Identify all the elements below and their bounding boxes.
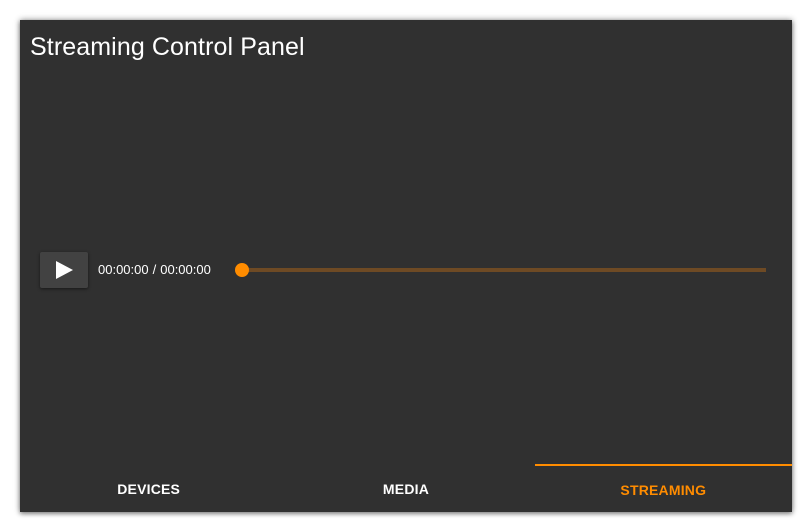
tab-media[interactable]: MEDIA bbox=[277, 464, 534, 512]
seek-bar[interactable] bbox=[235, 263, 766, 277]
tab-devices[interactable]: DEVICES bbox=[20, 464, 277, 512]
page-title: Streaming Control Panel bbox=[30, 33, 305, 61]
current-time: 00:00:00 bbox=[98, 262, 149, 277]
tab-streaming[interactable]: STREAMING bbox=[534, 464, 792, 512]
total-time: 00:00:00 bbox=[160, 262, 211, 277]
play-button[interactable] bbox=[40, 252, 88, 288]
time-separator: / bbox=[152, 262, 157, 277]
time-display: 00:00:00/00:00:00 bbox=[98, 262, 211, 277]
streaming-panel: Streaming Control Panel 00:00:00/00:00:0… bbox=[20, 20, 792, 512]
play-icon bbox=[56, 261, 73, 279]
media-player: 00:00:00/00:00:00 bbox=[40, 252, 766, 288]
seek-bar-thumb[interactable] bbox=[235, 263, 249, 277]
tab-bar: DEVICES MEDIA STREAMING bbox=[20, 464, 792, 512]
